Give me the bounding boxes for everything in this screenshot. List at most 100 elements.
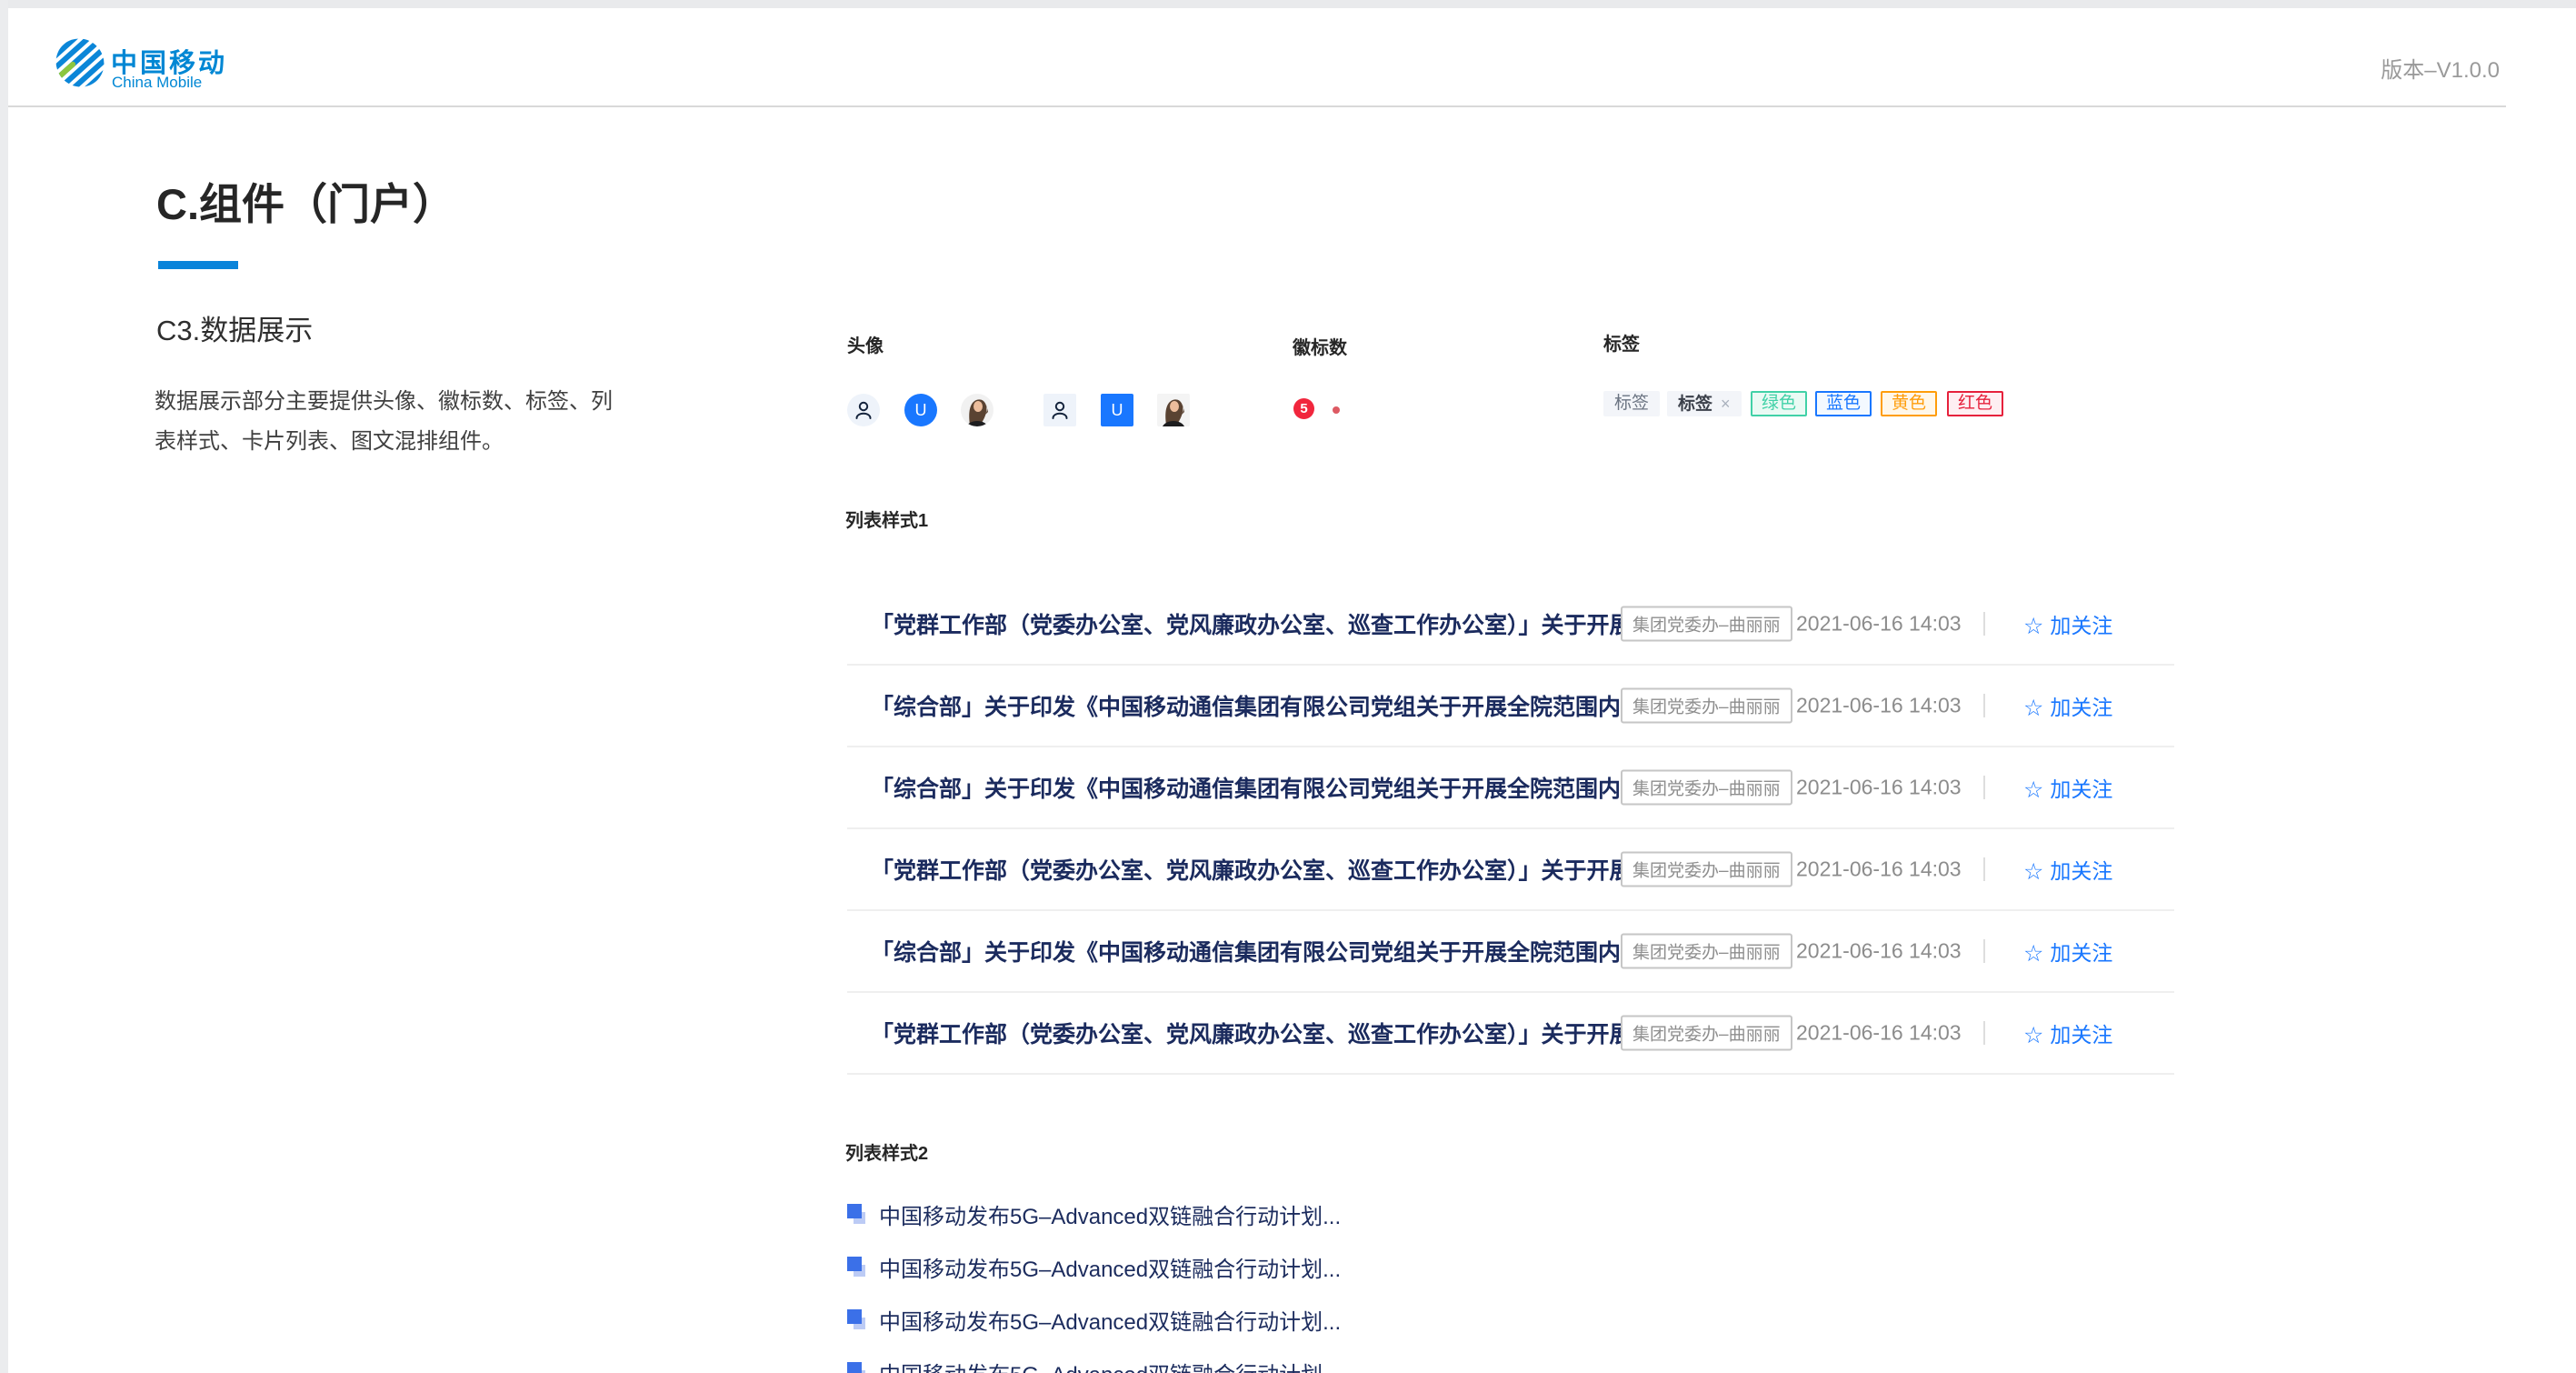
tag-label: 黄色: [1892, 394, 1926, 413]
star-icon: ☆: [2023, 777, 2043, 803]
tag-label: 蓝色: [1826, 394, 1861, 413]
follow-label: 加关注: [2050, 859, 2112, 883]
tag-label: 标签: [1678, 395, 1712, 414]
list-item-title[interactable]: 中国移动发布5G–Advanced双链融合行动计划...: [879, 1304, 1341, 1336]
list-row-source-tag: 集团党委办–曲丽丽: [1621, 770, 1792, 806]
star-icon: ☆: [2023, 696, 2043, 721]
avatar-circle-photo: [961, 394, 993, 426]
list-style-1: 「党群工作部（党委办公室、党风廉政办公室、巡查工作办公室）」关于开展年度... …: [847, 584, 2174, 1075]
list-row-title[interactable]: 「党群工作部（党委办公室、党风廉政办公室、巡查工作办公室）」关于开展年度...: [871, 853, 1696, 886]
list-row-source-tag: 集团党委办–曲丽丽: [1621, 606, 1792, 642]
list-item[interactable]: 中国移动发布5G–Advanced双链融合行动计划...: [847, 1240, 1665, 1293]
star-icon: ☆: [2023, 941, 2043, 967]
version-label: 版本–V1.0.0: [2309, 52, 2500, 84]
list-row-divider: [1983, 939, 1985, 963]
badge-dot: [1333, 406, 1340, 414]
list-row-title[interactable]: 「综合部」关于印发《中国移动通信集团有限公司党组关于开展全院范围内节约用...: [871, 689, 1708, 722]
tag-label: 绿色: [1762, 394, 1796, 413]
list1-label: 列表样式1: [845, 506, 928, 532]
avatar-square-initial: U: [1101, 394, 1133, 426]
list-row-datetime: 2021-06-16 14:03: [1796, 612, 1962, 636]
tag-yellow[interactable]: 黄色: [1881, 391, 1937, 416]
follow-label: 加关注: [2050, 777, 2112, 801]
section-description: 数据展示部分主要提供头像、徽标数、标签、列表样式、卡片列表、图文混排组件。: [155, 382, 618, 462]
list-row-source-tag: 集团党委办–曲丽丽: [1621, 934, 1792, 969]
list-item[interactable]: 中国移动发布5G–Advanced双链融合行动计划...: [847, 1188, 1665, 1240]
canvas-gutter-top: [0, 0, 2576, 8]
document-icon: [847, 1309, 867, 1329]
list-item[interactable]: 中国移动发布5G–Advanced双链融合行动计划...: [847, 1293, 1665, 1346]
follow-button[interactable]: ☆ 加关注: [2023, 854, 2112, 885]
title-accent-bar: [158, 261, 238, 269]
list-row-source-tag: 集团党委办–曲丽丽: [1621, 852, 1792, 887]
list-row[interactable]: 「综合部」关于印发《中国移动通信集团有限公司党组关于开展全院范围内节约用... …: [847, 911, 2174, 993]
star-icon: ☆: [2023, 859, 2043, 885]
section-title: C3.数据展示: [156, 307, 313, 348]
page-title: C.组件（门户）: [156, 169, 455, 232]
list-row-title[interactable]: 「党群工作部（党委办公室、党风廉政办公室、巡查工作办公室）」关于开展年度...: [871, 607, 1696, 640]
follow-label: 加关注: [2050, 614, 2112, 637]
avatar-photo-image: [1157, 394, 1190, 426]
avatar-section-label: 头像: [847, 331, 884, 357]
tag-blue[interactable]: 蓝色: [1815, 391, 1872, 416]
avatar-initial: U: [915, 401, 927, 420]
list-item-title[interactable]: 中国移动发布5G–Advanced双链融合行动计划...: [879, 1198, 1341, 1230]
follow-label: 加关注: [2050, 1023, 2112, 1047]
list-row[interactable]: 「党群工作部（党委办公室、党风廉政办公室、巡查工作办公室）」关于开展年度... …: [847, 829, 2174, 911]
list-style-2: 中国移动发布5G–Advanced双链融合行动计划... 中国移动发布5G–Ad…: [847, 1188, 1665, 1373]
tag-green[interactable]: 绿色: [1751, 391, 1807, 416]
china-mobile-logo-icon: [55, 36, 105, 89]
badge-section-label: 徽标数: [1293, 333, 1347, 359]
list-row-datetime: 2021-06-16 14:03: [1796, 857, 1962, 882]
canvas-gutter-left: [0, 0, 8, 1373]
brand-name-en: China Mobile: [112, 74, 202, 92]
follow-label: 加关注: [2050, 696, 2112, 719]
list-row[interactable]: 「党群工作部（党委办公室、党风廉政办公室、巡查工作办公室）」关于开展年度... …: [847, 584, 2174, 666]
tag-label: 标签: [1614, 394, 1649, 413]
list-item-title[interactable]: 中国移动发布5G–Advanced双链融合行动计划...: [879, 1357, 1341, 1373]
tag-close-icon[interactable]: ×: [1721, 395, 1731, 413]
tag-default[interactable]: 标签: [1603, 391, 1660, 416]
avatar-square-photo: [1157, 394, 1190, 426]
document-icon: [847, 1362, 867, 1373]
tag-red[interactable]: 红色: [1947, 391, 2003, 416]
list-row-source-tag: 集团党委办–曲丽丽: [1621, 688, 1792, 724]
list-row-divider: [1983, 776, 1985, 799]
star-icon: ☆: [2023, 1023, 2043, 1048]
component-spec-page: 中国移动 China Mobile 版本–V1.0.0 C.组件（门户） C3.…: [0, 0, 2576, 1373]
list-row-datetime: 2021-06-16 14:03: [1796, 776, 1962, 800]
list-row-divider: [1983, 612, 1985, 636]
list-row-datetime: 2021-06-16 14:03: [1796, 694, 1962, 718]
avatar-initial: U: [1112, 401, 1123, 420]
list-row-datetime: 2021-06-16 14:03: [1796, 939, 1962, 964]
follow-button[interactable]: ☆ 加关注: [2023, 690, 2112, 721]
follow-button[interactable]: ☆ 加关注: [2023, 1017, 2112, 1048]
follow-button[interactable]: ☆ 加关注: [2023, 936, 2112, 967]
avatar-square-person: [1043, 394, 1076, 426]
user-icon: [1049, 399, 1071, 421]
list-row-title[interactable]: 「综合部」关于印发《中国移动通信集团有限公司党组关于开展全院范围内节约用...: [871, 935, 1708, 967]
list-row-title[interactable]: 「党群工作部（党委办公室、党风廉政办公室、巡查工作办公室）」关于开展年度...: [871, 1017, 1696, 1049]
tag-label: 红色: [1958, 394, 1992, 413]
user-icon: [853, 399, 874, 421]
header-divider: [8, 105, 2506, 107]
list-row[interactable]: 「综合部」关于印发《中国移动通信集团有限公司党组关于开展全院范围内节约用... …: [847, 666, 2174, 747]
list-row[interactable]: 「综合部」关于印发《中国移动通信集团有限公司党组关于开展全院范围内节约用... …: [847, 747, 2174, 829]
list-row[interactable]: 「党群工作部（党委办公室、党风廉政办公室、巡查工作办公室）」关于开展年度... …: [847, 993, 2174, 1075]
follow-button[interactable]: ☆加关注: [2023, 608, 2112, 639]
tag-section-label: 标签: [1603, 329, 1640, 356]
document-icon: [847, 1257, 867, 1277]
badge-count: 5: [1293, 398, 1314, 419]
list-item[interactable]: 中国移动发布5G–Advanced双链融合行动计划...: [847, 1346, 1665, 1373]
document-icon: [847, 1204, 867, 1224]
list-row-divider: [1983, 1021, 1985, 1045]
follow-label: 加关注: [2050, 941, 2112, 965]
list2-label: 列表样式2: [845, 1138, 928, 1165]
follow-button[interactable]: ☆ 加关注: [2023, 772, 2112, 803]
list-item-title[interactable]: 中国移动发布5G–Advanced双链融合行动计划...: [879, 1251, 1341, 1283]
tag-closable[interactable]: 标签 ×: [1667, 391, 1742, 416]
list-row-title[interactable]: 「综合部」关于印发《中国移动通信集团有限公司党组关于开展全院范围内节约用...: [871, 771, 1708, 804]
list-row-source-tag: 集团党委办–曲丽丽: [1621, 1016, 1792, 1051]
list-row-divider: [1983, 857, 1985, 881]
list-row-divider: [1983, 694, 1985, 717]
